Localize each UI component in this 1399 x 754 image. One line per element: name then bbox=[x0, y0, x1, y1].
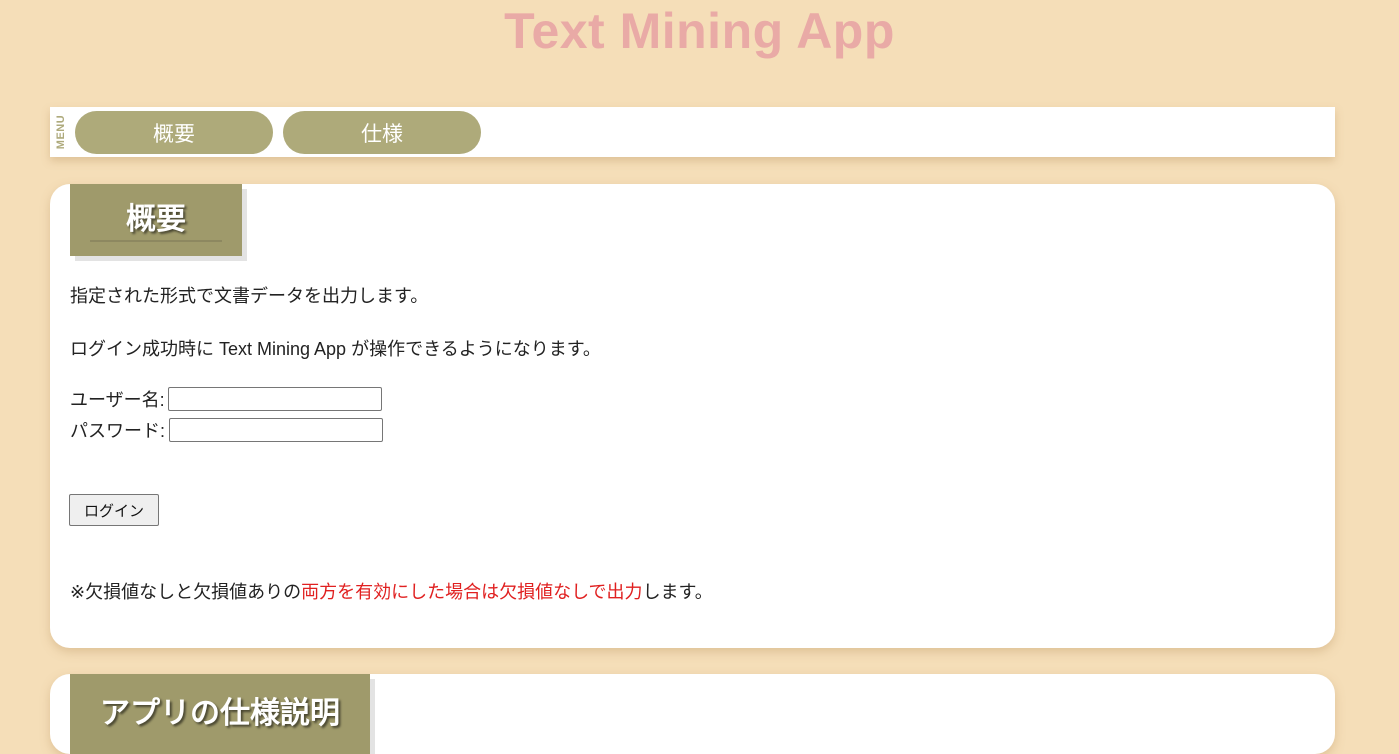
username-row: ユーザー名: bbox=[70, 386, 382, 412]
menu-item-overview[interactable]: 概要 bbox=[75, 111, 273, 154]
note-suffix: します。 bbox=[642, 582, 713, 602]
login-button[interactable]: ログイン bbox=[69, 494, 159, 526]
note-prefix: ※欠損値なしと欠損値ありの bbox=[70, 582, 302, 602]
menu-item-spec[interactable]: 仕様 bbox=[283, 111, 481, 154]
login-info-text: ログイン成功時に Text Mining App が操作できるようになります。 bbox=[70, 339, 601, 359]
menu-label: MENU bbox=[55, 114, 68, 150]
missing-value-note: ※欠損値なしと欠損値ありの両方を有効にした場合は欠損値なしで出力します。 bbox=[70, 578, 713, 604]
menu-bar: MENU 概要 仕様 bbox=[50, 107, 1335, 157]
note-highlight: 両方を有効にした場合は欠損値なしで出力 bbox=[301, 582, 643, 602]
username-input[interactable] bbox=[167, 387, 382, 411]
username-label: ユーザー名: bbox=[70, 390, 165, 410]
password-input[interactable] bbox=[169, 418, 384, 442]
spec-section: アプリの仕様説明 bbox=[50, 674, 1335, 754]
heading-underline bbox=[90, 240, 222, 242]
password-row: パスワード: bbox=[70, 417, 384, 443]
app-title: Text Mining App bbox=[504, 3, 895, 59]
overview-heading: 概要 bbox=[70, 184, 242, 256]
description-text: 指定された形式で文書データを出力します。 bbox=[70, 286, 429, 306]
password-label: パスワード: bbox=[70, 421, 166, 441]
spec-heading: アプリの仕様説明 bbox=[70, 674, 370, 754]
overview-section: 概要 指定された形式で文書データを出力します。 ログイン成功時に Text Mi… bbox=[50, 184, 1335, 648]
